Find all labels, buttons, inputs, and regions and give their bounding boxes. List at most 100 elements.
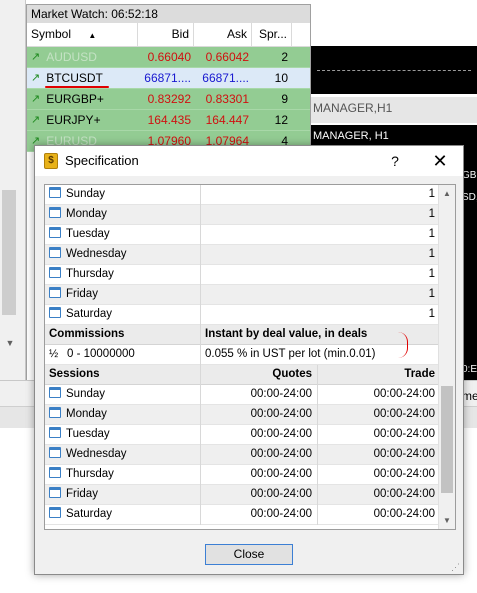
- symbol-name: AUDUSD: [46, 49, 97, 64]
- resize-grip-icon[interactable]: ⋰: [451, 562, 461, 572]
- spread-value: 10: [274, 71, 288, 85]
- calendar-icon: [49, 407, 61, 418]
- day-label: Thursday: [66, 468, 114, 480]
- day-value: 1: [200, 225, 439, 245]
- day-label: Thursday: [66, 268, 114, 280]
- symbol-row[interactable]: ↗ EURJPY+ 164.435 164.447 12: [27, 110, 310, 131]
- price-up-arrow-icon: ↗: [31, 71, 41, 84]
- market-watch-header: Symbol ▲ Bid Ask Spr...: [27, 23, 310, 47]
- session-row: Thursday 00:00-24:00 00:00-24:00: [45, 465, 439, 485]
- close-icon[interactable]: ✕: [425, 150, 455, 172]
- day-value: 1: [200, 265, 439, 285]
- quotes-hours: 00:00-24:00: [200, 445, 316, 465]
- close-button[interactable]: Close: [205, 544, 293, 565]
- calendar-icon: [49, 287, 61, 298]
- spread-value: 9: [281, 92, 288, 106]
- dialog-titlebar[interactable]: $ Specification ? ✕: [35, 146, 463, 176]
- quotes-hours: 00:00-24:00: [200, 465, 316, 485]
- sessions-header-row: Sessions Quotes Trade: [45, 365, 439, 385]
- table-row: Saturday 1: [45, 305, 439, 325]
- quotes-hours: 00:00-24:00: [200, 385, 316, 405]
- commission-range: 0 - 10000000: [67, 348, 135, 360]
- dollar-icon: $: [44, 153, 58, 169]
- symbol-row[interactable]: ↗ AUDUSD 0.66040 0.66042 2: [27, 47, 310, 68]
- chart-text-fragment: SD,: [462, 192, 477, 203]
- trade-hours: 00:00-24:00: [317, 445, 439, 465]
- calendar-icon: [49, 387, 61, 398]
- day-value: 1: [200, 185, 439, 205]
- quotes-header: Quotes: [200, 365, 316, 385]
- trade-hours: 00:00-24:00: [317, 465, 439, 485]
- day-value: 1: [200, 205, 439, 225]
- day-label: Monday: [66, 208, 107, 220]
- day-label: Monday: [66, 408, 107, 420]
- quotes-hours: 00:00-24:00: [200, 425, 316, 445]
- column-symbol[interactable]: Symbol ▲: [27, 23, 138, 46]
- toolbox-text-fragment: me: [462, 389, 477, 403]
- session-row: Monday 00:00-24:00 00:00-24:00: [45, 405, 439, 425]
- chart-tab[interactable]: MANAGER,H1: [311, 97, 477, 123]
- chart-text-fragment: 0:E: [462, 364, 477, 375]
- symbol-name: EURJPY+: [46, 112, 101, 127]
- dialog-title: Specification: [65, 153, 139, 168]
- navigator-scrollbar-thumb[interactable]: [2, 190, 16, 315]
- ask-value: 0.66042: [205, 50, 249, 64]
- scroll-up-arrow-icon[interactable]: ▲: [439, 185, 455, 202]
- table-row: Thursday 1: [45, 265, 439, 285]
- specification-table: Sunday 1 Monday 1 Tuesday 1 Wednesday 1 …: [44, 184, 456, 530]
- ask-value: 0.83301: [205, 92, 249, 106]
- price-up-arrow-icon: ↗: [31, 92, 41, 105]
- scrollbar-thumb[interactable]: [441, 386, 453, 493]
- market-watch-title: Market Watch: 06:52:18: [27, 5, 310, 23]
- day-label: Sunday: [66, 188, 106, 200]
- day-label: Saturday: [66, 508, 113, 520]
- calendar-icon: [49, 507, 61, 518]
- calendar-icon: [49, 267, 61, 278]
- day-label: Tuesday: [66, 428, 110, 440]
- ask-value: 66871....: [202, 71, 249, 85]
- trade-hours: 00:00-24:00: [317, 505, 439, 525]
- bid-value: 0.66040: [147, 50, 191, 64]
- help-button[interactable]: ?: [381, 150, 409, 172]
- symbol-name: EURGBP+: [46, 91, 104, 106]
- trade-hours: 00:00-24:00: [317, 405, 439, 425]
- day-label: Wednesday: [66, 448, 127, 460]
- session-row: Tuesday 00:00-24:00 00:00-24:00: [45, 425, 439, 445]
- bid-value: 0.83292: [147, 92, 191, 106]
- half-fraction-icon: ½: [49, 348, 59, 360]
- day-value: 1: [200, 245, 439, 265]
- quotes-hours: 00:00-24:00: [200, 405, 316, 425]
- price-up-arrow-icon: ↗: [31, 113, 41, 126]
- column-bid[interactable]: Bid: [138, 23, 194, 46]
- commissions-header-row: Commissions Instant by deal value, in de…: [45, 325, 439, 345]
- trade-hours: 00:00-24:00: [317, 425, 439, 445]
- spread-value: 2: [281, 50, 288, 64]
- day-label: Friday: [66, 488, 98, 500]
- table-row: Wednesday 1: [45, 245, 439, 265]
- column-spread[interactable]: Spr...: [252, 23, 292, 46]
- day-value: 1: [200, 285, 439, 305]
- symbol-row[interactable]: ↗ EURGBP+ 0.83292 0.83301 9: [27, 89, 310, 110]
- table-row: Tuesday 1: [45, 225, 439, 245]
- day-value: 1: [200, 305, 439, 325]
- table-row: Friday 1: [45, 285, 439, 305]
- spread-value: 12: [274, 113, 288, 127]
- scroll-down-arrow-icon[interactable]: ▼: [439, 512, 455, 529]
- session-row: Friday 00:00-24:00 00:00-24:00: [45, 485, 439, 505]
- column-symbol-label: Symbol: [31, 27, 72, 41]
- calendar-icon: [49, 227, 61, 238]
- ask-value: 164.447: [205, 113, 249, 127]
- bid-value: 66871....: [144, 71, 191, 85]
- trade-hours: 00:00-24:00: [317, 485, 439, 505]
- commission-tier-row: ½0 - 10000000 0.055 % in UST per lot (mi…: [45, 345, 439, 365]
- trade-header: Trade: [317, 365, 439, 385]
- specification-dialog: $ Specification ? ✕ Sunday 1 Monday 1 Tu…: [34, 145, 464, 575]
- day-label: Sunday: [66, 388, 106, 400]
- bid-value: 164.435: [147, 113, 191, 127]
- quotes-hours: 00:00-24:00: [200, 485, 316, 505]
- column-ask[interactable]: Ask: [194, 23, 252, 46]
- chart-window-title: MANAGER, H1: [313, 130, 389, 142]
- scroll-down-arrow-icon[interactable]: ▼: [3, 338, 17, 350]
- day-label: Friday: [66, 288, 98, 300]
- table-scrollbar[interactable]: ▲ ▼: [438, 185, 455, 529]
